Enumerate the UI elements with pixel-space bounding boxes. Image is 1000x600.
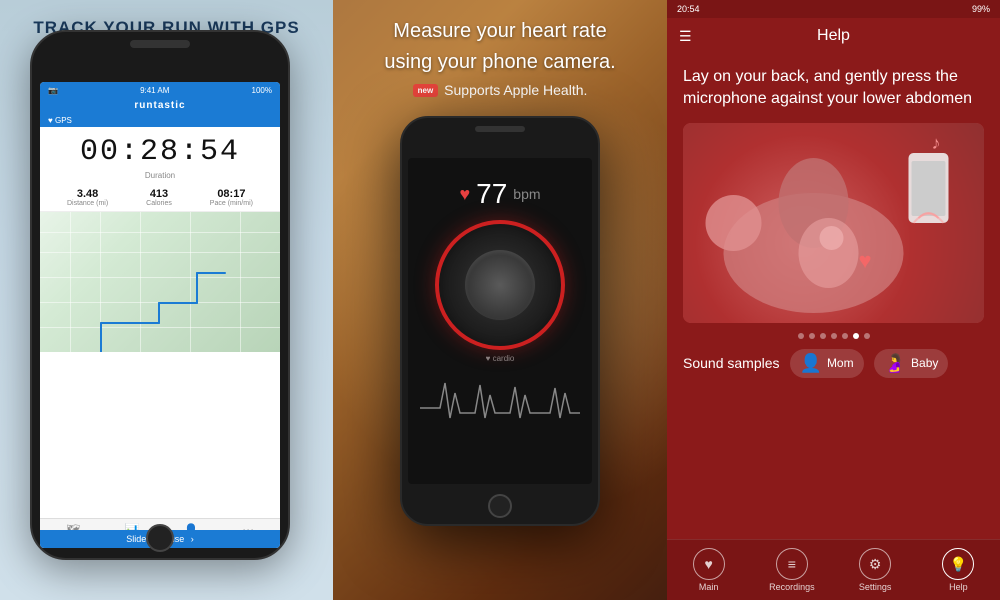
- heart-gps-icon: ♥ GPS: [48, 116, 72, 125]
- status-time-p3: 20:54: [677, 4, 700, 14]
- mom-button[interactable]: 👤 Mom: [790, 349, 864, 378]
- pagination-dots: [683, 333, 984, 339]
- menu-icon[interactable]: ☰: [679, 28, 692, 45]
- route-segment: [100, 322, 102, 352]
- status-time: 9:41 AM: [140, 86, 169, 95]
- map-road: [140, 212, 141, 352]
- route-segment: [158, 302, 198, 304]
- stat-distance: 3.48 Distance (mi): [67, 188, 108, 207]
- sound-samples-section: Sound samples 👤 Mom 🤰 Baby: [683, 349, 984, 378]
- recordings-nav-icon: ≡: [776, 548, 808, 580]
- nav-help[interactable]: 💡 Help: [917, 548, 1000, 592]
- panel-baby-monitor: 20:54 99% ☰ Help Lay on your back, and g…: [667, 0, 1000, 600]
- bpm-value: 77: [476, 178, 507, 210]
- dot-1: [798, 333, 804, 339]
- dial-label: ♥ cardio: [486, 354, 515, 363]
- route-segment: [196, 272, 198, 304]
- chevron-right-icon: ›: [191, 534, 194, 544]
- dot-6-active: [853, 333, 859, 339]
- phone2-home-button[interactable]: [488, 494, 512, 518]
- map-road: [40, 327, 280, 328]
- stat-pace: 08:17 Pace (min/mi): [210, 188, 253, 207]
- baby-button[interactable]: 🤰 Baby: [874, 349, 949, 378]
- run-map: [40, 212, 280, 352]
- stat-calories: 413 Calories: [146, 188, 172, 207]
- battery: 100%: [252, 86, 272, 95]
- battery-p3: 99%: [972, 4, 990, 14]
- panel3-status-bar: 20:54 99%: [667, 0, 1000, 18]
- main-nav-icon: ♥: [693, 548, 725, 580]
- settings-nav-icon: ⚙: [859, 548, 891, 580]
- icons-bar: ♥ GPS: [40, 113, 280, 127]
- heart-rate-display: ♥ 77 bpm: [459, 178, 540, 210]
- dot-2: [809, 333, 815, 339]
- route-segment: [196, 272, 226, 274]
- mom-label: Mom: [827, 356, 854, 370]
- run-stats: 3.48 Distance (mi) 413 Calories 08:17 Pa…: [40, 184, 280, 212]
- phone1-home-button[interactable]: [146, 524, 174, 552]
- dot-4: [831, 333, 837, 339]
- instruction-illustration: ♪ ♥: [683, 123, 984, 323]
- settings-nav-label: Settings: [859, 582, 892, 592]
- route-segment: [100, 322, 160, 324]
- help-nav-label: Help: [949, 582, 968, 592]
- phone-running: 📷 9:41 AM 100% runtastic ♥ GPS 00:28:54 …: [30, 30, 290, 560]
- bpm-unit: bpm: [513, 186, 540, 202]
- nav-recordings[interactable]: ≡ Recordings: [750, 548, 833, 592]
- dot-5: [842, 333, 848, 339]
- instruction-text: Lay on your back, and gently press the m…: [683, 66, 984, 111]
- svg-text:♪: ♪: [932, 133, 941, 153]
- dial-container: [435, 220, 565, 350]
- nav-main[interactable]: ♥ Main: [667, 548, 750, 592]
- route-segment: [158, 302, 160, 324]
- badge-text: Supports Apple Health.: [444, 82, 587, 98]
- map-road: [40, 277, 280, 278]
- heart-icon: ♥: [459, 184, 470, 205]
- main-nav-label: Main: [699, 582, 719, 592]
- dot-3: [820, 333, 826, 339]
- baby-icon: 🤰: [884, 353, 906, 374]
- panel-running: TRACK YOUR RUN WITH GPS 📷 9:41 AM 100% r…: [0, 0, 333, 600]
- app-name: runtastic: [40, 98, 280, 113]
- panel2-title: Measure your heart rate: [333, 0, 667, 51]
- nav-settings[interactable]: ⚙ Settings: [834, 548, 917, 592]
- help-nav-icon: 💡: [942, 548, 974, 580]
- baby-label: Baby: [911, 356, 938, 370]
- panel3-page-title: Help: [817, 27, 850, 45]
- heart-rate-dial: [435, 220, 565, 350]
- heart-waveform: [420, 373, 580, 423]
- phone2-notch: [475, 126, 525, 132]
- run-timer: 00:28:54: [40, 127, 280, 171]
- map-road: [70, 212, 71, 352]
- dial-inner: [465, 250, 535, 320]
- phone1-screen: 📷 9:41 AM 100% runtastic ♥ GPS 00:28:54 …: [40, 82, 280, 548]
- phone1-notch: [130, 40, 190, 48]
- panel3-header: ☰ Help: [667, 18, 1000, 54]
- map-road: [240, 212, 241, 352]
- phone2-container: ♥ 77 bpm ♥ cardio: [333, 106, 667, 536]
- phone2-screen: ♥ 77 bpm ♥ cardio: [408, 158, 592, 484]
- panel-heartrate: Measure your heart rate using your phone…: [333, 0, 667, 600]
- duration-label: Duration: [40, 171, 280, 180]
- recordings-nav-label: Recordings: [769, 582, 815, 592]
- panel2-badge: new Supports Apple Health.: [333, 82, 667, 98]
- panel3-content: Lay on your back, and gently press the m…: [667, 54, 1000, 400]
- svg-text:♥: ♥: [859, 248, 872, 273]
- map-road: [40, 252, 280, 253]
- map-road: [190, 212, 191, 352]
- panel3-bottom-nav: ♥ Main ≡ Recordings ⚙ Settings 💡 Help: [667, 539, 1000, 600]
- new-badge: new: [413, 84, 439, 97]
- panel2-subtitle: using your phone camera.: [333, 51, 667, 78]
- dot-7: [864, 333, 870, 339]
- map-road: [40, 232, 280, 233]
- camera-icon: 📷: [48, 86, 58, 95]
- phone-heartrate: ♥ 77 bpm ♥ cardio: [400, 116, 600, 526]
- sound-samples-label: Sound samples: [683, 355, 780, 371]
- phone1-status: 📷 9:41 AM 100%: [40, 82, 280, 98]
- mom-icon: 👤: [800, 353, 822, 374]
